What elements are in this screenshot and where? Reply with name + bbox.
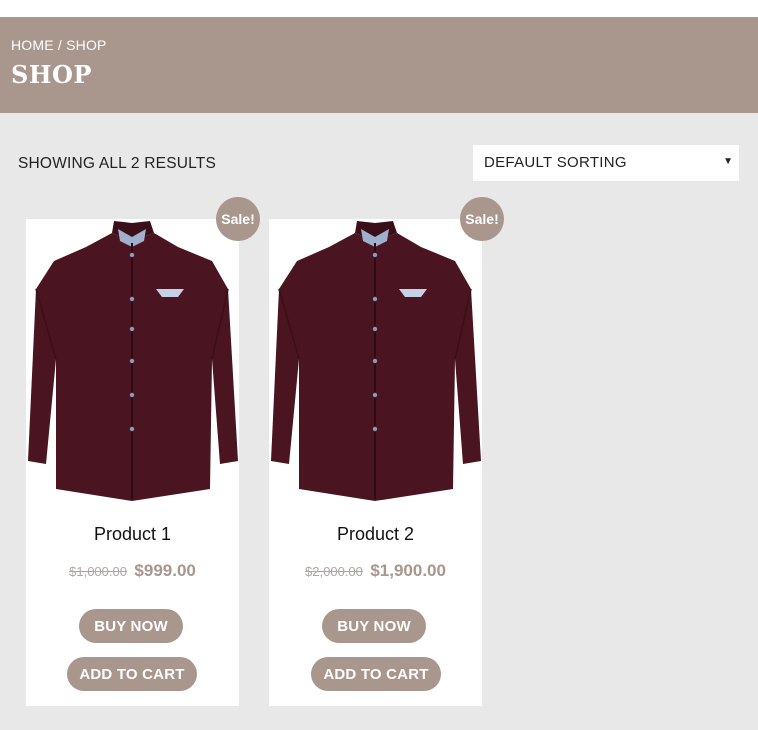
product-title[interactable]: Product 1 bbox=[26, 524, 239, 545]
product-title[interactable]: Product 2 bbox=[269, 524, 482, 545]
result-count: SHOWING ALL 2 RESULTS bbox=[18, 155, 217, 172]
old-price: $1,000.00 bbox=[69, 564, 127, 579]
product-price: $1,000.00 $999.00 bbox=[26, 561, 239, 581]
sale-badge: Sale! bbox=[216, 197, 260, 241]
sale-price: $1,900.00 bbox=[370, 561, 446, 580]
product-card: Product 1 $1,000.00 $999.00 BUY NOW ADD … bbox=[26, 219, 239, 706]
sale-price: $999.00 bbox=[134, 561, 196, 580]
page-header: HOME / SHOP SHOP bbox=[0, 17, 758, 113]
product-price: $2,000.00 $1,900.00 bbox=[269, 561, 482, 581]
sale-badge: Sale! bbox=[460, 197, 504, 241]
old-price: $2,000.00 bbox=[305, 564, 363, 579]
sort-selected-value: DEFAULT SORTING bbox=[484, 154, 627, 171]
caret-down-icon: ▼ bbox=[723, 156, 733, 167]
buy-now-button[interactable]: BUY NOW bbox=[79, 609, 183, 643]
product-image[interactable] bbox=[26, 219, 239, 504]
shirt-illustration bbox=[271, 221, 481, 501]
product-card: Product 2 $2,000.00 $1,900.00 BUY NOW AD… bbox=[269, 219, 482, 706]
top-strip bbox=[0, 0, 758, 17]
shirt-illustration bbox=[28, 221, 238, 501]
buy-now-button[interactable]: BUY NOW bbox=[322, 609, 426, 643]
sort-dropdown[interactable]: DEFAULT SORTING ▼ bbox=[473, 145, 739, 181]
page-title: SHOP bbox=[11, 60, 92, 89]
breadcrumb-current: SHOP bbox=[66, 37, 107, 53]
breadcrumb: HOME / SHOP bbox=[11, 37, 107, 53]
breadcrumb-home-link[interactable]: HOME bbox=[11, 37, 54, 53]
add-to-cart-button[interactable]: ADD TO CART bbox=[311, 657, 441, 691]
breadcrumb-separator: / bbox=[57, 37, 62, 53]
product-image[interactable] bbox=[269, 219, 482, 504]
add-to-cart-button[interactable]: ADD TO CART bbox=[67, 657, 197, 691]
